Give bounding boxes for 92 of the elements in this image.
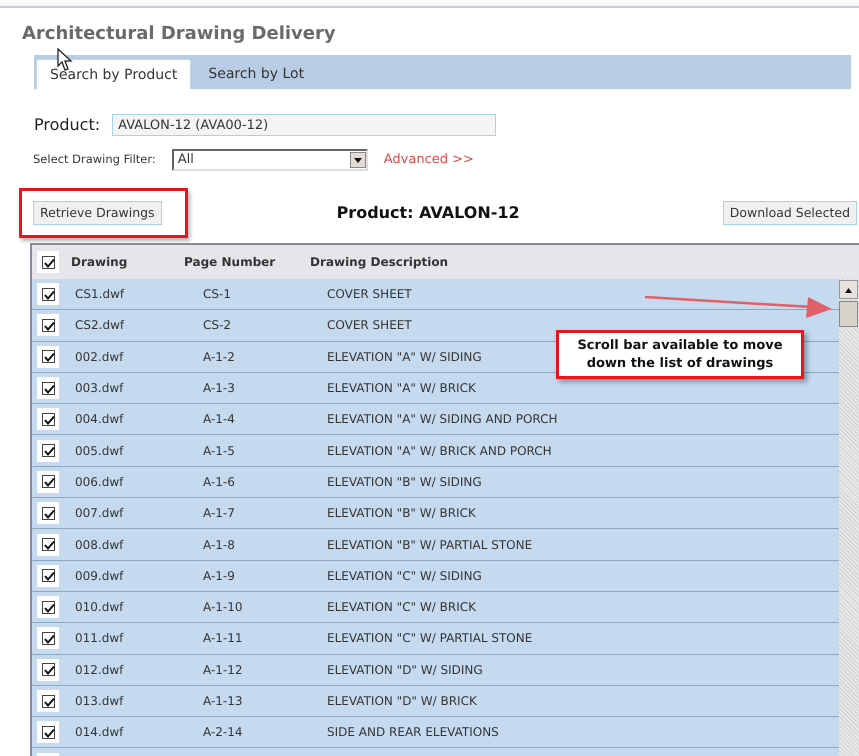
- page-title: Architectural Drawing Delivery: [22, 22, 337, 46]
- column-header: Drawing: [70, 254, 128, 271]
- table-cell-text: COVER SHEET: [326, 286, 412, 304]
- checkbox[interactable]: [42, 632, 54, 645]
- table-row[interactable]: 005.dwf A-1-5 ELEVATION "A" W/ BRICK AND PORCH: [32, 435, 840, 467]
- table-cell-text: ELEVATION "C" W/ PARTIAL STONE: [326, 630, 532, 648]
- table-cell-text: ELEVATION "B" W/ BRICK: [326, 505, 476, 522]
- table-row[interactable]: 013.dwf A-1-13 ELEVATION "D" W/ BRICK: [32, 686, 840, 718]
- retrieve-button[interactable]: Retrieve Drawings: [33, 200, 162, 226]
- callout-tooltip: Scroll bar available to move down the list of drawings: [556, 330, 804, 380]
- checkbox[interactable]: [42, 538, 54, 552]
- table-cell-text: 006.dwf: [74, 474, 125, 491]
- table-row[interactable]: 008.dwf A-1-8 ELEVATION "B" W/ PARTIAL STONE: [32, 529, 840, 561]
- table-row[interactable]: 009.dwf A-1-9 ELEVATION "C" W/ SIDING: [32, 560, 840, 592]
- checkbox[interactable]: [42, 475, 54, 488]
- select-all-checkbox[interactable]: [42, 256, 54, 268]
- table-cell-text: ELEVATION "A" W/ BRICK: [326, 380, 476, 398]
- table-cell-text: 005.dwf: [74, 442, 125, 460]
- column-header: Drawing Description: [310, 254, 448, 271]
- table-cell-text: ELEVATION "A" W/ SIDING: [326, 348, 482, 366]
- table-cell-text: SIDE AND REAR ELEVATIONS: [326, 724, 499, 742]
- checkbox[interactable]: [42, 382, 54, 395]
- table-cell-text: ELEVATION "B" W/ PARTIAL STONE: [326, 536, 532, 554]
- checkbox[interactable]: [42, 694, 54, 708]
- table-row[interactable]: CS1.dwf CS-1 COVER SHEET: [32, 279, 840, 310]
- table-row[interactable]: 014.dwf A-2-14 SIDE AND REAR ELEVATIONS: [32, 717, 840, 748]
- scrollbar[interactable]: [839, 279, 859, 756]
- checkbox[interactable]: [42, 506, 54, 520]
- table-cell-text: ELEVATION "D" W/ BRICK: [326, 693, 477, 710]
- table-cell-text: CS-2: [202, 317, 232, 334]
- checkbox[interactable]: [42, 350, 54, 364]
- checkbox[interactable]: [42, 726, 54, 739]
- field-label: Select Drawing Filter:: [33, 151, 156, 168]
- table-row[interactable]: 012.dwf A-1-12 ELEVATION "D" W/ SIDING: [32, 654, 840, 686]
- table-cell-text: A-1-10: [202, 599, 244, 616]
- table-cell-text: A-1-8: [202, 536, 236, 554]
- product-field[interactable]: AVALON-12 (AVA00-12): [112, 114, 496, 136]
- table-cell-text: A-1-4: [202, 411, 236, 428]
- table-row[interactable]: 010.dwf A-1-10 ELEVATION "C" W/ BRICK: [32, 592, 840, 624]
- advanced-link[interactable]: Advanced >>: [384, 150, 474, 170]
- table-cell-text: A-1-3: [202, 380, 236, 398]
- table-row[interactable]: 006.dwf A-1-6 ELEVATION "B" W/ SIDING: [32, 466, 840, 498]
- table-cell-text: A-1-9: [202, 568, 236, 585]
- download-button[interactable]: Download Selected: [722, 200, 857, 226]
- table-cell-text: 003.dwf: [74, 380, 125, 398]
- scroll-thumb[interactable]: [839, 301, 858, 327]
- checkbox[interactable]: [42, 569, 54, 582]
- checkbox[interactable]: [42, 600, 54, 614]
- checkbox[interactable]: [42, 663, 54, 676]
- table-cell-text: 009.dwf: [74, 568, 125, 585]
- checkbox[interactable]: [42, 412, 54, 426]
- checkbox[interactable]: [42, 318, 54, 332]
- table-cell-text: 008.dwf: [74, 536, 125, 554]
- tab[interactable]: Search by Lot: [195, 59, 318, 89]
- table-cell-text: ELEVATION "D" W/ SIDING: [326, 662, 483, 679]
- table-cell-text: 010.dwf: [74, 599, 125, 616]
- table-cell-text: A-2-14: [202, 724, 244, 742]
- table-cell-text: CS-1: [202, 286, 232, 304]
- table-cell-text: A-1-11: [202, 630, 244, 648]
- column-header: Page Number: [184, 254, 276, 271]
- table-cell-text: A-1-12: [202, 662, 244, 679]
- table-row[interactable]: 007.dwf A-1-7 ELEVATION "B" W/ BRICK: [32, 498, 840, 530]
- table-cell-text: 007.dwf: [74, 505, 125, 522]
- table-cell-text: CS2.dwf: [74, 317, 126, 334]
- table-cell-text: CS1.dwf: [74, 286, 126, 304]
- table-cell-text: 012.dwf: [74, 662, 125, 679]
- table-cell-text: 004.dwf: [74, 411, 125, 428]
- table-cell-text: A-1-2: [202, 348, 236, 366]
- table-cell-text: A-1-6: [202, 474, 236, 491]
- table-cell-text: A-1-7: [202, 505, 236, 522]
- table-cell-text: ELEVATION "B" W/ SIDING: [326, 474, 482, 491]
- product-heading: Product: AVALON-12: [336, 202, 520, 224]
- table-row[interactable]: 003.dwf A-1-3 ELEVATION "A" W/ BRICK: [32, 372, 840, 404]
- table-cell-text: ELEVATION "C" W/ BRICK: [326, 599, 476, 616]
- tab[interactable]: Search by Product: [36, 59, 192, 89]
- table-cell-text: COVER SHEET: [326, 317, 412, 334]
- table-cell-text: A-1-5: [202, 442, 236, 460]
- field-label: Product:: [34, 114, 100, 136]
- table-cell-text: 011.dwf: [74, 630, 125, 648]
- table-cell-text: 013.dwf: [74, 693, 125, 710]
- filter-dropdown[interactable]: All: [172, 149, 368, 171]
- table-row[interactable]: 011.dwf A-1-11 ELEVATION "C" W/ PARTIAL STONE: [32, 623, 840, 655]
- table-cell-text: A-1-13: [202, 693, 244, 710]
- table-cell-text: 002.dwf: [74, 348, 125, 366]
- table-cell-text: ELEVATION "C" W/ SIDING: [326, 568, 482, 585]
- scroll-up-icon[interactable]: [839, 280, 858, 299]
- table-cell-text: ELEVATION "A" W/ SIDING AND PORCH: [326, 411, 558, 428]
- checkbox[interactable]: [42, 288, 54, 301]
- table-cell-text: ELEVATION "A" W/ BRICK AND PORCH: [326, 442, 552, 460]
- checkbox[interactable]: [42, 444, 54, 458]
- table-cell-text: 014.dwf: [74, 724, 125, 742]
- table-row[interactable]: 004.dwf A-1-4 ELEVATION "A" W/ SIDING AND PORCH: [32, 404, 840, 436]
